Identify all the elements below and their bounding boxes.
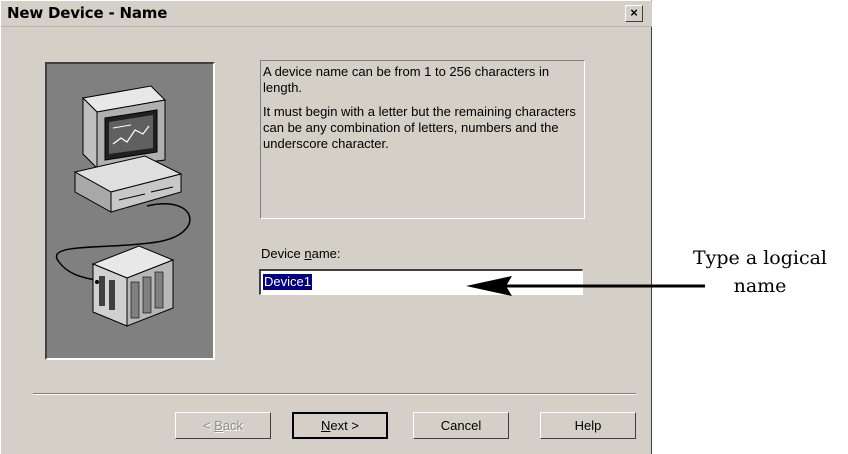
annotation-arrow [466,276,705,296]
annotation-callout: Type a logical name [672,244,848,300]
annotation-line-1: Type a logical [692,247,828,269]
annotation-line-2: name [733,275,787,297]
